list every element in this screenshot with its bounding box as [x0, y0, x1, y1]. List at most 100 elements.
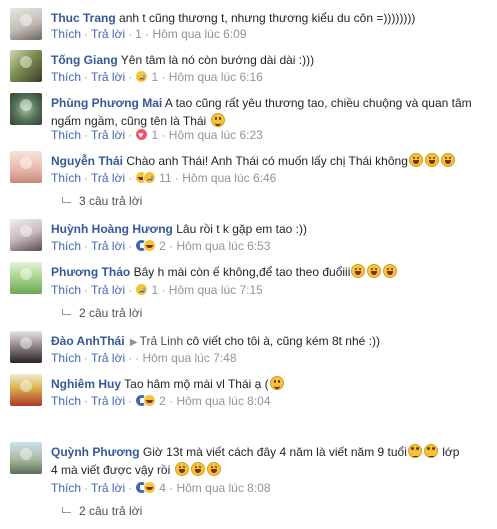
like-link[interactable]: Thích [51, 27, 81, 41]
comment-author[interactable]: Huỳnh Hoàng Hương [51, 222, 173, 236]
reply-corner-arrow-icon [62, 309, 71, 315]
avatar[interactable] [10, 374, 42, 406]
roll-emoji-icon [423, 444, 438, 458]
reply-link[interactable]: Trả lời [91, 283, 125, 297]
comment-timestamp[interactable]: · Hôm qua lúc 6:46 [175, 171, 276, 185]
comment-text-line2: 4 mà viết được vậy rồi [51, 463, 171, 477]
comment-author[interactable]: Đào AnhThái [51, 334, 125, 348]
comment-text: Giờ 13t mà viết cách đây 4 năm là viết n… [142, 445, 407, 459]
comment-author[interactable]: Phùng Phương Mai [51, 96, 162, 110]
reactions-summary[interactable]: 4 [135, 481, 166, 495]
view-replies-link[interactable]: 3 câu trả lời [62, 193, 142, 209]
sad-reaction-icon [135, 70, 149, 83]
haha-reaction-icon [143, 394, 157, 407]
comment-text: cô viết cho tôi à, cũng kém 8t nhé :)) [186, 334, 380, 348]
avatar[interactable] [10, 93, 42, 125]
reply-link[interactable]: Trả lời [91, 239, 125, 253]
comment-timestamp[interactable]: 1 · Hôm qua lúc 6:23 [151, 128, 262, 142]
reply-link[interactable]: Trả lời [91, 171, 125, 185]
like-link[interactable]: Thích [51, 171, 81, 185]
reply-to-name[interactable]: Trả Linh [140, 334, 184, 348]
comment-text: Bây h mài còn ế không,để tao theo đuổiii [133, 265, 351, 279]
comment-timestamp[interactable]: 1 · Hôm qua lúc 7:15 [151, 283, 262, 297]
laugh-emoji-icon [383, 264, 398, 278]
avatar[interactable] [10, 8, 42, 40]
separator-dot: · [128, 394, 133, 408]
comment-text: anh t cũng thương t, nhưng thương kiểu d… [119, 11, 416, 25]
reaction-count: 4 [159, 481, 166, 495]
comment-actions: Thích · Trả lời · · Hôm qua lúc 7:48 [51, 350, 489, 366]
comment-author[interactable]: Phương Thảo [51, 265, 130, 279]
comment-author[interactable]: Tống Giang [51, 53, 118, 67]
comment-timestamp[interactable]: · Hôm qua lúc 6:53 [169, 239, 270, 253]
comment-body: Thuc Trang anh t cũng thương t, nhưng th… [51, 9, 489, 27]
reply-link[interactable]: Trả lời [91, 70, 125, 84]
comment-author[interactable]: Nghiêm Huy [51, 377, 121, 391]
reactions-summary[interactable] [135, 127, 149, 143]
comment-text: Yên tâm là nó còn bướng dài dài :))) [120, 53, 315, 67]
comment-body: Huỳnh Hoàng Hương Lâu rồi t k gặp em tao… [51, 220, 489, 238]
reply-link[interactable]: Trả lời [91, 128, 125, 142]
reactions-summary[interactable]: 11 [135, 171, 172, 185]
separator-dot: · [84, 351, 89, 365]
like-link[interactable]: Thích [51, 481, 81, 495]
comment-author[interactable]: Nguyễn Thái [51, 154, 123, 168]
separator-dot: · [128, 70, 133, 84]
reply-link[interactable]: Trả lời [91, 27, 125, 41]
comment-timestamp[interactable]: 1 · Hôm qua lúc 6:09 [135, 27, 246, 41]
like-link[interactable]: Thích [51, 351, 81, 365]
comment-body: Nghiêm Huy Tao hâm mộ mài vl Thái ạ ( [51, 375, 489, 393]
like-link[interactable]: Thích [51, 283, 81, 297]
avatar[interactable] [10, 219, 42, 251]
reply-corner-arrow-icon [62, 197, 71, 203]
replies-count-label[interactable]: 2 câu trả lời [79, 306, 142, 320]
avatar[interactable] [10, 50, 42, 82]
comment-actions: Thích·Trả lời· 1 · Hôm qua lúc 6:23 [51, 127, 489, 143]
reply-link[interactable]: Trả lời [91, 394, 125, 408]
reaction-count: 2 [159, 394, 166, 408]
comment-actions: Thích · Trả lời · 1 · Hôm qua lúc 6:09 [51, 26, 489, 42]
avatar[interactable] [10, 151, 42, 183]
comment-text-cont: lớp [442, 445, 460, 459]
comment-actions: Thích · Trả lời · 1 · Hôm qua lúc 7:15 [51, 282, 489, 298]
comment-timestamp[interactable]: 1 · Hôm qua lúc 6:16 [151, 70, 262, 84]
reply-link[interactable]: Trả lời [91, 351, 125, 365]
comment-timestamp[interactable]: · Hôm qua lúc 8:04 [169, 394, 270, 408]
like-link[interactable]: Thích [51, 394, 81, 408]
sad-reaction-icon [135, 283, 149, 296]
reactions-summary[interactable]: 2 [135, 394, 166, 408]
reply-to-tag[interactable]: ▶ Trả Linh [128, 334, 183, 348]
avatar[interactable] [10, 331, 42, 363]
separator-dot: · [128, 27, 133, 41]
like-link[interactable]: Thích [51, 239, 81, 253]
comment-text: Chào anh Thái! Anh Thái có muốn lấy chị … [126, 154, 408, 168]
avatar-face-icon [20, 56, 32, 68]
comment-timestamp[interactable]: · Hôm qua lúc 7:48 [135, 351, 236, 365]
like-link[interactable]: Thích [51, 70, 81, 84]
comment-author[interactable]: Thuc Trang [51, 11, 116, 25]
separator-dot: · [84, 128, 89, 142]
roll-emoji-icon [407, 444, 422, 458]
reactions-summary[interactable] [135, 70, 149, 84]
avatar[interactable] [10, 442, 42, 474]
separator-dot: · [128, 283, 133, 297]
reaction-count: 11 [159, 171, 172, 185]
separator-dot: · [128, 239, 133, 253]
replies-count-label[interactable]: 3 câu trả lời [79, 194, 142, 208]
comment-timestamp[interactable]: · Hôm qua lúc 8:08 [169, 481, 270, 495]
replies-count-label[interactable]: 2 câu trả lời [79, 504, 142, 518]
laugh-emoji-icon [424, 153, 439, 167]
comment-author[interactable]: Quỳnh Phương [51, 445, 140, 459]
haha-reaction-icon [143, 239, 157, 252]
comment-actions: Thích · Trả lời · 2 · Hôm qua lúc 8:04 [51, 393, 489, 409]
comment-text: Lâu rồi t k gặp em tao :)) [176, 222, 307, 236]
reactions-summary[interactable] [135, 283, 149, 297]
avatar[interactable] [10, 262, 42, 294]
reactions-summary[interactable]: 2 [135, 239, 166, 253]
reply-link[interactable]: Trả lời [91, 481, 125, 495]
view-replies-link[interactable]: 2 câu trả lời [62, 503, 142, 519]
comment-body: Phùng Phương Mai A tao cũng rất yêu thươ… [51, 94, 489, 130]
laugh-emoji-icon [440, 153, 455, 167]
like-link[interactable]: Thích [51, 128, 81, 142]
view-replies-link[interactable]: 2 câu trả lời [62, 305, 142, 321]
